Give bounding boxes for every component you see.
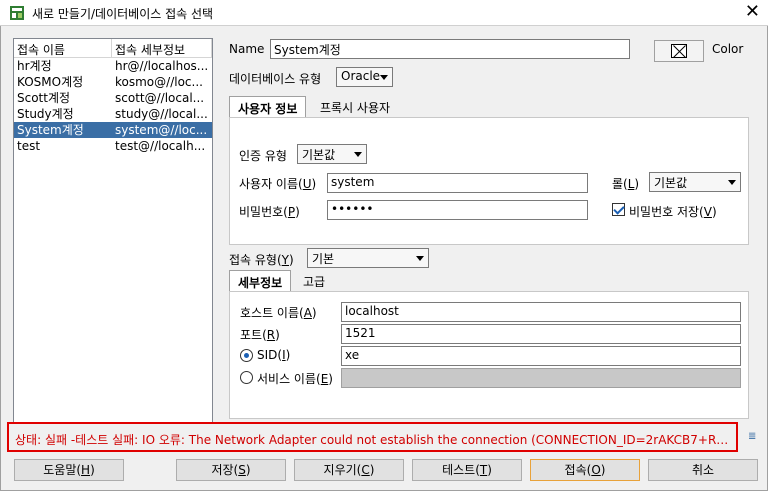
sid-input[interactable]: xe	[341, 346, 741, 366]
auth-type-value: 기본값	[302, 148, 336, 162]
connection-name: Study계정	[17, 107, 74, 121]
port-input[interactable]: 1521	[341, 324, 741, 344]
sid-label: SID(I)	[257, 348, 291, 362]
help-button[interactable]: 도움말(H)	[14, 459, 124, 481]
role-value: 기본값	[654, 176, 688, 190]
connection-name: Scott계정	[17, 91, 71, 105]
list-item[interactable]: test test@//localh...	[14, 138, 212, 154]
connection-detail: test@//localh...	[115, 139, 206, 153]
hostname-input[interactable]: localhost	[341, 302, 741, 322]
auth-type-select[interactable]: 기본값	[297, 144, 367, 164]
tab-user-info[interactable]: 사용자 정보	[229, 96, 307, 118]
list-item-selected[interactable]: System계정 system@//loc...	[14, 122, 212, 138]
connection-detail: scott@//local...	[115, 91, 205, 105]
service-name-label: 서비스 이름(E)	[257, 372, 333, 386]
connection-name: KOSMO계정	[17, 75, 84, 89]
role-label: 롤(L)	[612, 177, 640, 191]
clear-button[interactable]: 지우기(C)	[294, 459, 404, 481]
connection-detail: kosmo@//loc...	[115, 75, 203, 89]
window-title: 새로 만들기/데이터베이스 접속 선택	[32, 7, 214, 21]
column-header-name[interactable]: 접속 이름	[14, 39, 112, 57]
connection-type-select[interactable]: 기본	[307, 248, 429, 268]
username-label: 사용자 이름(U)	[239, 177, 317, 191]
connection-list[interactable]: 접속 이름 접속 세부정보 hr계정 hr@//localhos... KOSM…	[13, 38, 213, 430]
db-type-select[interactable]: Oracle	[336, 67, 393, 87]
connection-name: System계정	[17, 123, 84, 137]
chevron-down-icon	[728, 180, 736, 185]
save-password-label: 비밀번호 저장(V)	[629, 205, 717, 219]
list-item[interactable]: hr계정 hr@//localhos...	[14, 58, 212, 74]
connection-type-value: 기본	[312, 252, 335, 266]
password-input[interactable]: ••••••	[327, 200, 588, 220]
chevron-down-icon	[354, 152, 362, 157]
app-icon	[10, 6, 24, 20]
role-select[interactable]: 기본값	[649, 172, 741, 192]
service-name-radio[interactable]	[240, 371, 253, 384]
list-item[interactable]: Scott계정 scott@//local...	[14, 90, 212, 106]
tab-advanced[interactable]: 고급	[295, 270, 333, 292]
chevron-down-icon	[380, 75, 388, 80]
service-name-input	[341, 368, 741, 388]
connection-detail: system@//loc...	[115, 123, 208, 137]
tab-proxy-user[interactable]: 프록시 사용자	[312, 96, 398, 118]
name-label: Name	[229, 42, 265, 56]
test-button[interactable]: 테스트(T)	[412, 459, 522, 481]
list-item[interactable]: Study계정 study@//local...	[14, 106, 212, 122]
save-password-checkbox[interactable]	[612, 203, 625, 216]
save-button[interactable]: 저장(S)	[176, 459, 286, 481]
connection-list-header: 접속 이름 접속 세부정보	[14, 39, 212, 58]
title-bar: 새로 만들기/데이터베이스 접속 선택 ✕	[0, 0, 768, 26]
status-message: 상태: 실패 -테스트 실패: IO 오류: The Network Adapt…	[7, 422, 738, 452]
db-type-value: Oracle	[341, 69, 381, 83]
sid-radio[interactable]	[240, 349, 253, 362]
connection-detail: hr@//localhos...	[115, 59, 209, 73]
connection-detail: study@//local...	[115, 107, 208, 121]
connect-button[interactable]: 접속(O)	[530, 459, 640, 481]
chevron-down-icon	[416, 256, 424, 261]
port-label: 포트(R)	[240, 328, 280, 342]
password-label: 비밀번호(P)	[239, 205, 300, 219]
column-header-detail[interactable]: 접속 세부정보	[112, 39, 212, 57]
connection-name: test	[17, 139, 41, 153]
auth-type-label: 인증 유형	[239, 149, 287, 163]
connection-name: hr계정	[17, 59, 52, 73]
cancel-button[interactable]: 취소	[648, 459, 758, 481]
db-type-label: 데이터베이스 유형	[229, 72, 322, 86]
connection-type-label: 접속 유형(Y)	[229, 253, 294, 267]
close-icon[interactable]: ✕	[745, 3, 760, 21]
hostname-label: 호스트 이름(A)	[240, 306, 317, 320]
name-input[interactable]: System계정	[270, 39, 630, 59]
color-swatch-icon	[671, 44, 687, 58]
username-input[interactable]: system	[327, 173, 588, 193]
status-details-icon[interactable]: ≣	[748, 431, 756, 442]
list-item[interactable]: KOSMO계정 kosmo@//loc...	[14, 74, 212, 90]
tab-details[interactable]: 세부정보	[229, 270, 292, 292]
color-button[interactable]	[654, 40, 704, 62]
color-label: Color	[712, 42, 744, 56]
